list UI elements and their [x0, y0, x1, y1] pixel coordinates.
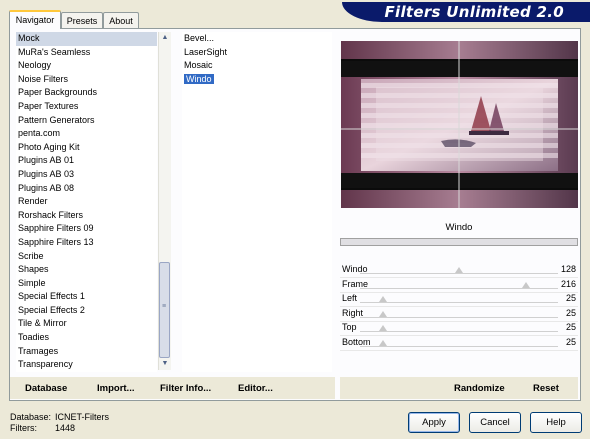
param-slider-track[interactable]: [360, 273, 558, 274]
reset-button[interactable]: Reset: [533, 383, 559, 394]
category-item[interactable]: Simple: [16, 277, 157, 291]
category-item[interactable]: Transparency: [16, 358, 157, 372]
filter-item[interactable]: Windo: [182, 73, 332, 87]
param-row-bottom[interactable]: Bottom 25: [340, 336, 578, 351]
category-item[interactable]: Mock: [16, 32, 157, 46]
param-slider-thumb[interactable]: [521, 281, 530, 288]
app-title: Filters Unlimited 2.0: [384, 3, 564, 21]
category-item[interactable]: Noise Filters: [16, 73, 157, 87]
parameter-toolbar: Randomize Reset: [340, 377, 578, 399]
param-value: 25: [565, 336, 576, 347]
param-row-left[interactable]: Left 25: [340, 292, 578, 307]
filter-title: Windo: [445, 222, 473, 233]
database-button[interactable]: Database: [25, 383, 67, 394]
randomize-button[interactable]: Randomize: [454, 383, 505, 394]
help-button[interactable]: Help: [530, 412, 582, 433]
category-item[interactable]: Rorshack Filters: [16, 209, 157, 223]
tab-navigator[interactable]: Navigator: [9, 10, 61, 29]
cancel-button[interactable]: Cancel: [469, 412, 521, 433]
grip-icon: ≡: [162, 303, 167, 310]
category-item[interactable]: Photo Aging Kit: [16, 141, 157, 155]
category-scrollbar[interactable]: ▲ ≡ ▼: [158, 32, 171, 370]
filter-item-label: Mosaic: [184, 60, 213, 71]
filter-item-label: LaserSight: [184, 46, 228, 57]
param-slider-thumb[interactable]: [379, 310, 387, 317]
param-value: 25: [565, 322, 576, 332]
filter-item-label: Bevel...: [184, 33, 215, 43]
category-item[interactable]: Plugins AB 01: [16, 154, 157, 168]
preview-image: [341, 41, 578, 208]
category-item[interactable]: Plugins AB 08: [16, 182, 157, 196]
param-slider-track[interactable]: [360, 331, 558, 332]
param-slider-track[interactable]: [360, 302, 558, 303]
param-label: Top: [342, 322, 357, 332]
category-item[interactable]: Special Effects 2: [16, 304, 157, 318]
category-item[interactable]: Sapphire Filters 09: [16, 222, 157, 236]
category-item[interactable]: MuRa's Seamless: [16, 46, 157, 60]
param-slider-thumb[interactable]: [379, 296, 387, 302]
tab-about[interactable]: About: [103, 12, 139, 28]
param-row-frame[interactable]: Frame 216: [340, 278, 578, 293]
apply-button[interactable]: Apply: [408, 412, 460, 433]
filter-item[interactable]: LaserSight: [182, 46, 332, 60]
preview-artwork: [341, 41, 578, 208]
category-item[interactable]: Pattern Generators: [16, 114, 157, 128]
filter-item[interactable]: Mosaic: [182, 59, 332, 73]
filter-item-label: Windo: [184, 73, 214, 84]
param-slider-track[interactable]: [360, 287, 558, 289]
filters-count-label: Filters:: [10, 423, 37, 433]
database-status-label: Database:: [10, 412, 52, 422]
import-button[interactable]: Import...: [97, 383, 134, 394]
param-slider-track[interactable]: [360, 316, 558, 318]
param-value: 25: [565, 307, 576, 318]
scroll-up-icon[interactable]: ▲: [159, 32, 171, 44]
scroll-thumb[interactable]: ≡: [159, 262, 170, 358]
category-item[interactable]: Paper Backgrounds: [16, 86, 157, 100]
category-item[interactable]: Neology: [16, 59, 157, 73]
category-item[interactable]: penta.com: [16, 127, 157, 141]
param-slider-track[interactable]: [360, 345, 558, 347]
param-label: Left: [342, 293, 358, 303]
progress-bar: [340, 238, 578, 246]
filter-item[interactable]: Bevel...: [182, 32, 332, 46]
category-item[interactable]: Scribe: [16, 250, 157, 264]
category-item[interactable]: Render: [16, 195, 157, 209]
scroll-down-icon[interactable]: ▼: [159, 358, 171, 370]
editor-button[interactable]: Editor...: [238, 383, 273, 394]
param-value: 216: [560, 278, 576, 289]
filter-info-button[interactable]: Filter Info...: [160, 383, 211, 394]
filters-count-value: 1448: [55, 423, 76, 433]
category-item[interactable]: Tramages: [16, 345, 157, 359]
category-item[interactable]: Tile & Mirror: [16, 317, 157, 331]
param-slider-thumb[interactable]: [379, 339, 387, 346]
param-row-right[interactable]: Right 25: [340, 307, 578, 322]
database-status-value: ICNET-Filters: [55, 412, 109, 422]
banner: Filters Unlimited 2.0: [342, 2, 590, 22]
category-item[interactable]: Sapphire Filters 13: [16, 236, 157, 250]
category-item[interactable]: Special Effects 1: [16, 290, 157, 304]
param-row-windo[interactable]: Windo 128: [340, 263, 578, 278]
list-toolbar: Database Import... Filter Info... Editor…: [10, 377, 335, 399]
tab-presets[interactable]: Presets: [61, 12, 103, 28]
category-item[interactable]: Shapes: [16, 263, 157, 277]
param-value: 128: [560, 264, 576, 274]
filter-list[interactable]: Bevel... LaserSight Mosaic Windo: [182, 32, 332, 372]
param-row-top[interactable]: Top 25: [340, 321, 578, 336]
category-list[interactable]: Mock MuRa's Seamless Neology Noise Filters P…: [16, 32, 157, 372]
category-item[interactable]: Plugins AB 03: [16, 168, 157, 182]
param-slider-thumb[interactable]: [455, 267, 463, 273]
param-slider-thumb[interactable]: [379, 325, 387, 331]
category-item[interactable]: Toadies: [16, 331, 157, 345]
category-item[interactable]: Paper Textures: [16, 100, 157, 114]
param-value: 25: [565, 293, 576, 303]
